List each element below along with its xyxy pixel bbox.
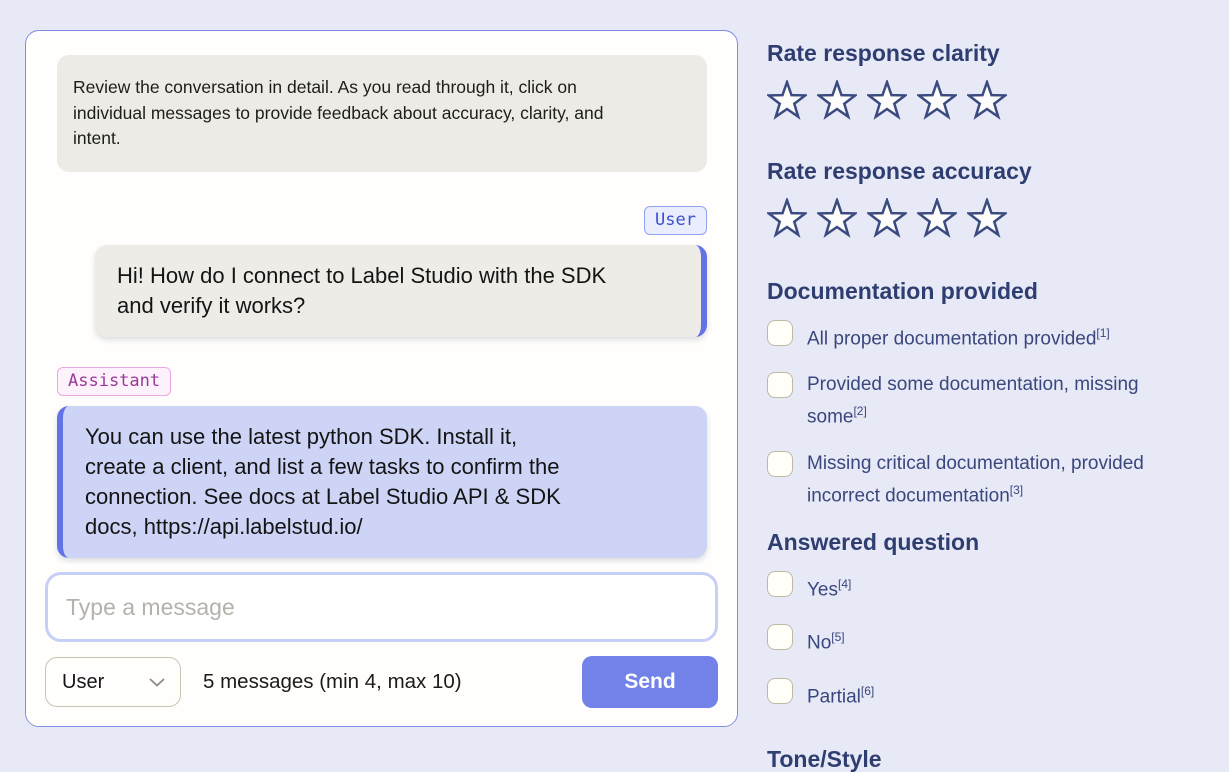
checkbox-icon[interactable] — [767, 624, 793, 650]
role-select-value: User — [62, 671, 104, 694]
message-list: Review the conversation in detail. As yo… — [26, 31, 737, 564]
choice-ref: [6] — [861, 684, 874, 698]
choice-option[interactable]: Yes[4] — [767, 571, 1212, 603]
composer-row: User 5 messages (min 4, max 10) Send — [45, 656, 718, 708]
message-count-status: 5 messages (min 4, max 10) — [203, 670, 462, 694]
choice-option[interactable]: Partial[6] — [767, 678, 1212, 710]
star-icon[interactable] — [867, 198, 907, 238]
star-icon[interactable] — [817, 198, 857, 238]
checkbox-icon[interactable] — [767, 320, 793, 346]
choice-option[interactable]: Missing critical documentation, provided… — [767, 451, 1212, 509]
choice-label: Missing critical documentation, provided… — [807, 451, 1177, 509]
star-icon[interactable] — [967, 80, 1007, 120]
assistant-message-text: You can use the latest python SDK. Insta… — [85, 422, 580, 542]
section-rate-clarity: Rate response clarity — [767, 40, 1212, 120]
user-message-text: Hi! How do I connect to Label Studio wit… — [117, 261, 612, 321]
section-rate-accuracy: Rate response accuracy — [767, 158, 1212, 238]
checkbox-icon[interactable] — [767, 678, 793, 704]
choice-label: Partial[6] — [807, 678, 874, 710]
instruction-box: Review the conversation in detail. As yo… — [57, 55, 707, 172]
choice-label: All proper documentation provided[1] — [807, 320, 1110, 352]
section-documentation-provided: Documentation provided All proper docume… — [767, 278, 1212, 509]
documentation-options: All proper documentation provided[1] Pro… — [767, 320, 1212, 509]
user-turn: User Hi! How do I connect to Label Studi… — [57, 206, 707, 337]
section-tone-style: Tone/Style — [767, 746, 1212, 772]
instruction-text: Review the conversation in detail. As yo… — [73, 75, 608, 152]
choice-label: Provided some documentation, missing som… — [807, 372, 1177, 430]
choice-option[interactable]: No[5] — [767, 624, 1212, 656]
choice-label: No[5] — [807, 624, 845, 656]
choice-ref: [4] — [838, 577, 851, 591]
choice-ref: [5] — [831, 630, 844, 644]
assistant-message-bubble[interactable]: You can use the latest python SDK. Insta… — [57, 406, 707, 558]
section-answered-question: Answered question Yes[4] No[5] Partial[6… — [767, 529, 1212, 710]
star-icon[interactable] — [967, 198, 1007, 238]
choice-ref: [2] — [853, 404, 866, 418]
answered-options: Yes[4] No[5] Partial[6] — [767, 571, 1212, 710]
chat-panel: Review the conversation in detail. As yo… — [25, 30, 738, 727]
section-title: Answered question — [767, 529, 1212, 555]
annotation-sidebar: Rate response clarity Rate response accu… — [767, 40, 1212, 772]
user-role-badge[interactable]: User — [644, 206, 707, 235]
star-icon[interactable] — [767, 198, 807, 238]
checkbox-icon[interactable] — [767, 451, 793, 477]
message-input[interactable] — [45, 572, 718, 642]
section-title: Rate response accuracy — [767, 158, 1212, 184]
user-message-bubble[interactable]: Hi! How do I connect to Label Studio wit… — [95, 245, 707, 337]
assistant-turn: Assistant You can use the latest python … — [57, 367, 707, 558]
star-icon[interactable] — [817, 80, 857, 120]
chevron-down-icon — [148, 677, 166, 688]
send-button[interactable]: Send — [582, 656, 718, 708]
section-title: Rate response clarity — [767, 40, 1212, 66]
assistant-role-badge[interactable]: Assistant — [57, 367, 171, 396]
role-select-dropdown[interactable]: User — [45, 657, 181, 707]
choice-option[interactable]: All proper documentation provided[1] — [767, 320, 1212, 352]
star-icon[interactable] — [867, 80, 907, 120]
composer: User 5 messages (min 4, max 10) Send — [26, 564, 737, 726]
clarity-star-rating — [767, 80, 1212, 120]
star-icon[interactable] — [917, 80, 957, 120]
star-icon[interactable] — [767, 80, 807, 120]
choice-ref: [3] — [1010, 483, 1023, 497]
section-title: Tone/Style — [767, 746, 1212, 772]
choice-option[interactable]: Provided some documentation, missing som… — [767, 372, 1212, 430]
choice-label: Yes[4] — [807, 571, 851, 603]
section-title: Documentation provided — [767, 278, 1212, 304]
choice-ref: [1] — [1096, 326, 1109, 340]
star-icon[interactable] — [917, 198, 957, 238]
checkbox-icon[interactable] — [767, 571, 793, 597]
checkbox-icon[interactable] — [767, 372, 793, 398]
accuracy-star-rating — [767, 198, 1212, 238]
